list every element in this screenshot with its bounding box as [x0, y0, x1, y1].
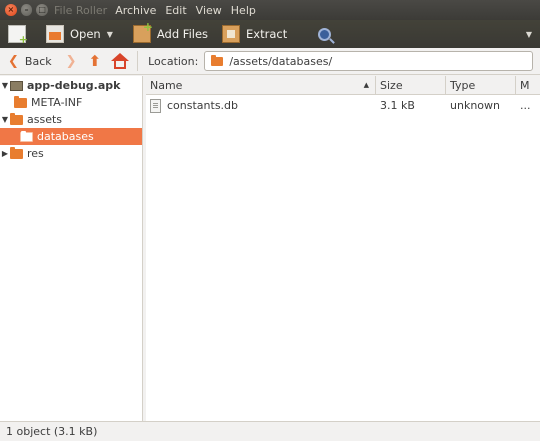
new-archive-button[interactable] [4, 22, 36, 46]
tree-item-label: META-INF [31, 96, 83, 109]
toolbar: Open ▼ Add Files Extract ▼ [0, 20, 540, 48]
extract-button[interactable]: Extract [218, 22, 291, 46]
tree-item-res[interactable]: ▶ res [0, 145, 142, 162]
list-header: Name ▲ Size Type M [146, 75, 540, 95]
folder-icon [10, 146, 23, 159]
archive-icon [10, 80, 23, 91]
open-button[interactable]: Open ▼ [42, 22, 117, 46]
file-list: Name ▲ Size Type M constants.db 3.1 kB u… [146, 75, 540, 421]
maximize-window-button[interactable]: □ [36, 4, 49, 16]
menu-help[interactable]: Help [231, 4, 256, 17]
forward-button[interactable]: ❯ [62, 50, 81, 72]
tree-item-assets[interactable]: ▼ assets [0, 111, 142, 128]
location-field[interactable]: /assets/databases/ [204, 51, 534, 71]
tree-item-meta-inf[interactable]: META-INF [0, 94, 142, 111]
column-header-size[interactable]: Size [376, 75, 446, 95]
tree-item-app-debug[interactable]: ▼ app-debug.apk [0, 77, 142, 94]
new-document-icon [8, 25, 28, 46]
add-files-button[interactable]: Add Files [129, 20, 212, 46]
menu-bar: File Roller Archive Edit View Help [54, 4, 265, 17]
minimize-window-button[interactable]: – [20, 4, 33, 16]
collapse-triangle-icon[interactable]: ▼ [0, 81, 10, 90]
tree-item-label: databases [37, 130, 94, 143]
find-button[interactable] [313, 23, 335, 45]
open-label: Open [70, 27, 101, 41]
column-name-label: Name [150, 78, 183, 92]
back-label: Back [24, 54, 52, 68]
file-name: constants.db [167, 99, 239, 112]
back-button[interactable]: ❮ Back [4, 50, 56, 72]
menu-archive[interactable]: Archive [115, 4, 156, 17]
tree-item-label: app-debug.apk [27, 79, 121, 92]
forward-arrow-icon: ❯ [65, 53, 77, 69]
open-dropdown-icon[interactable]: ▼ [107, 30, 113, 39]
extract-label: Extract [246, 27, 288, 41]
tree-item-label: res [27, 147, 44, 160]
folder-icon [211, 54, 224, 66]
folder-icon [20, 130, 33, 142]
column-modified-label: M [520, 78, 530, 92]
sort-ascending-icon: ▲ [363, 81, 369, 89]
file-icon [150, 98, 161, 113]
collapse-triangle-icon[interactable]: ▼ [0, 115, 10, 124]
cell-size: 3.1 kB [380, 99, 415, 112]
folder-tree: ▼ app-debug.apk META-INF ▼ assets databa… [0, 76, 143, 421]
cell-type: unknown [450, 99, 500, 112]
cell-name: constants.db [146, 96, 376, 115]
home-button[interactable] [107, 50, 133, 72]
status-text: 1 object (3.1 kB) [6, 425, 98, 438]
column-size-label: Size [380, 78, 403, 92]
table-row[interactable]: constants.db 3.1 kB unknown ... [146, 96, 540, 115]
home-icon [111, 53, 130, 69]
column-header-type[interactable]: Type [446, 75, 516, 95]
app-title: File Roller [54, 3, 108, 17]
menu-edit[interactable]: Edit [165, 4, 186, 17]
search-icon [317, 27, 331, 41]
cell-modified: ... [520, 99, 531, 112]
column-header-modified[interactable]: M [516, 76, 540, 95]
tree-item-label: assets [27, 113, 63, 126]
menu-view[interactable]: View [196, 4, 222, 17]
location-bar: ❮ Back ❯ ⬆ Location: /assets/databases/ [0, 48, 540, 75]
status-bar: 1 object (3.1 kB) [0, 421, 540, 441]
column-header-name[interactable]: Name ▲ [146, 75, 376, 95]
title-bar: × – □ File Roller Archive Edit View Help [0, 0, 540, 20]
expand-triangle-icon[interactable]: ▶ [0, 149, 10, 158]
add-files-label: Add Files [156, 27, 209, 41]
column-type-label: Type [450, 78, 476, 92]
back-arrow-icon: ❮ [8, 53, 19, 69]
toolbar-overflow-icon[interactable]: ▼ [526, 30, 532, 39]
window-controls: × – □ [0, 4, 52, 16]
open-folder-icon [46, 25, 64, 43]
extract-icon [222, 25, 241, 43]
location-label: Location: [148, 54, 199, 68]
folder-icon [14, 95, 27, 108]
up-arrow-icon: ⬆ [88, 52, 102, 70]
close-window-button[interactable]: × [5, 4, 17, 16]
divider [137, 51, 139, 71]
add-files-icon [132, 20, 153, 43]
up-button[interactable]: ⬆ [85, 50, 106, 72]
tree-item-databases[interactable]: databases [0, 128, 142, 145]
folder-icon [10, 112, 23, 125]
location-path: /assets/databases/ [229, 54, 333, 68]
